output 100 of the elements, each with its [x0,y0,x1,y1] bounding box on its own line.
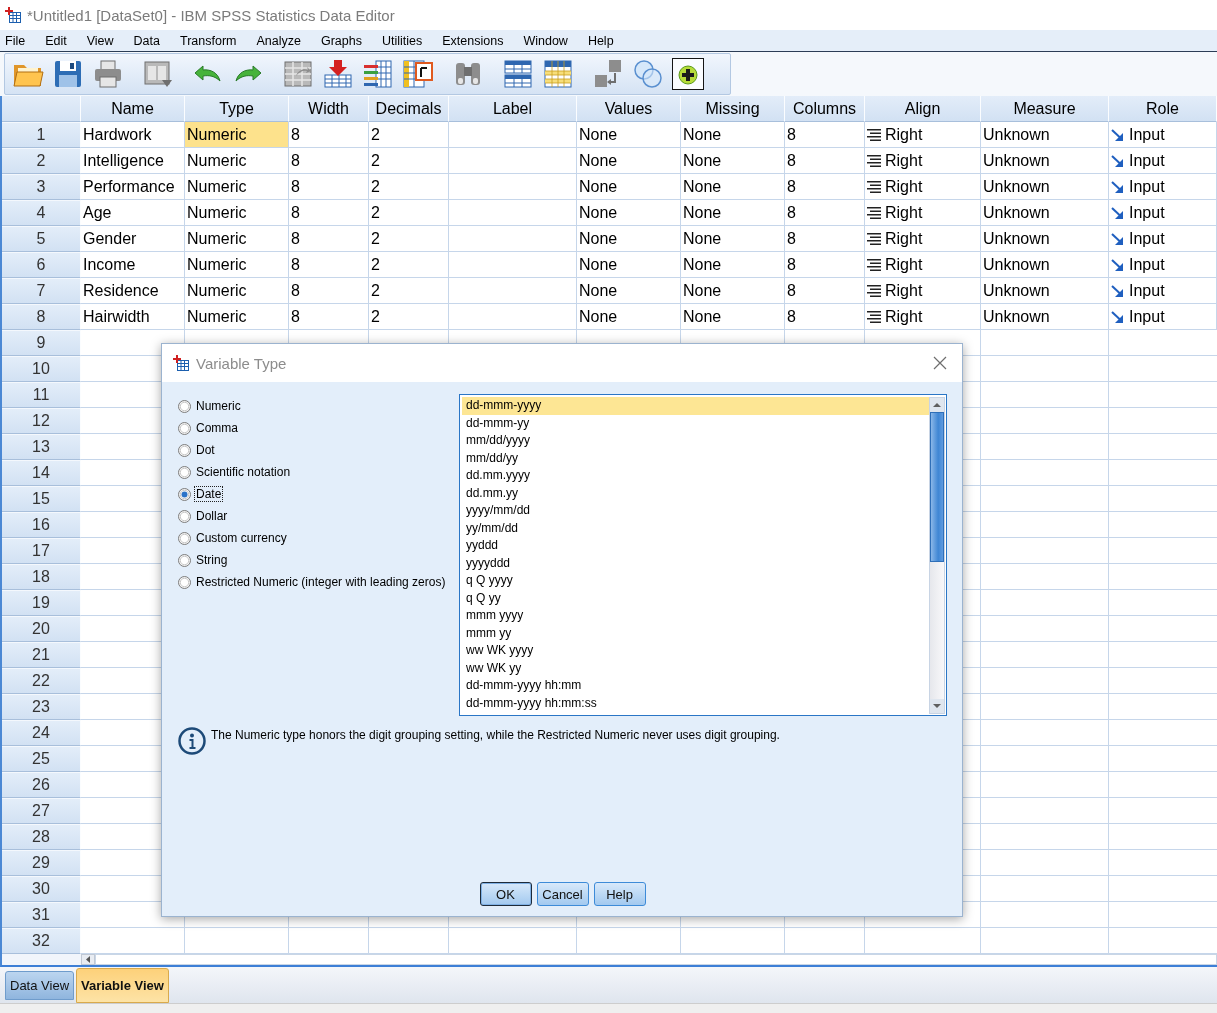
list-item[interactable]: yyyyddd [462,554,929,572]
list-item[interactable]: mmm yy [462,624,929,642]
table-cell[interactable]: Income [81,252,185,278]
row-number[interactable]: 16 [2,512,81,538]
column-header[interactable]: Width [289,96,369,122]
table-cell[interactable]: Input [1109,148,1217,174]
row-number[interactable]: 8 [2,304,81,330]
scrollbar[interactable] [929,397,945,714]
table-cell[interactable]: None [577,252,681,278]
table-cell[interactable]: 2 [369,226,449,252]
row-number[interactable]: 9 [2,330,81,356]
dialog-button[interactable]: Cancel [536,882,589,906]
table-cell[interactable]: None [577,200,681,226]
table-cell[interactable]: 8 [785,278,865,304]
format-list[interactable]: dd-mmm-yyyy dd-mmm-yy mm/dd/yyyy mm/dd/yy dd.mm.yyyy dd.mm.yy yyyy/mm/dd yy/mm/dd yyddd yyyyddd q Q yyyy q Q yy mmm yyyy mmm yy ww WK yyyy ww WK yy dd-mmm-yyyy hh:mm dd-mmm-yyyy hh:mm:ss [459,394,947,716]
table-cell[interactable]: 8 [289,122,369,148]
table-cell[interactable]: None [681,252,785,278]
table-cell[interactable]: Right [865,226,981,252]
table-cell[interactable]: Input [1109,174,1217,200]
list-item[interactable]: yyyy/mm/dd [462,502,929,520]
row-number[interactable]: 10 [2,356,81,382]
table-cell[interactable]: Right [865,278,981,304]
menu-item[interactable]: View [85,33,115,48]
list-item[interactable]: dd.mm.yy [462,484,929,502]
table-cell[interactable]: 8 [289,252,369,278]
radio-label[interactable]: Date [194,486,224,502]
table-cell[interactable]: None [681,200,785,226]
table-cell[interactable]: Right [865,174,981,200]
row-number[interactable]: 32 [2,928,81,954]
table-cell[interactable]: Numeric [185,278,289,304]
arrow-table-icon[interactable] [322,58,354,90]
table-cell[interactable]: Unknown [981,304,1109,330]
list-item[interactable]: yyddd [462,537,929,555]
table-cell[interactable]: Unknown [981,148,1109,174]
menu-item[interactable]: Transform [179,33,238,48]
column-header[interactable]: Type [185,96,289,122]
table-cell[interactable]: 2 [369,278,449,304]
table-cell[interactable]: Unknown [981,122,1109,148]
table-cell[interactable]: Performance [81,174,185,200]
menu-item[interactable]: Edit [44,33,68,48]
table-cell[interactable]: None [577,278,681,304]
table-cell[interactable]: 8 [785,200,865,226]
list-item[interactable]: mm/dd/yy [462,449,929,467]
row-number[interactable]: 15 [2,486,81,512]
row-number[interactable]: 25 [2,746,81,772]
table-cell[interactable]: Residence [81,278,185,304]
table-cell[interactable]: Unknown [981,252,1109,278]
row-number[interactable]: 23 [2,694,81,720]
list-item[interactable]: mmm yyyy [462,607,929,625]
table-cell[interactable]: None [577,174,681,200]
radio-label[interactable]: Custom currency [194,530,289,546]
dialog-button[interactable]: OK [479,882,532,906]
table-cell[interactable]: 8 [785,226,865,252]
table-cell[interactable]: Input [1109,122,1217,148]
view-tab[interactable]: Data View [5,971,74,1000]
menu-item[interactable]: Help [586,33,615,48]
table-cell[interactable]: 8 [289,278,369,304]
table-cell[interactable]: Numeric [185,148,289,174]
radio-button[interactable] [178,487,191,501]
row-number[interactable]: 4 [2,200,81,226]
table-cell[interactable]: 8 [289,226,369,252]
table-icon[interactable] [542,58,574,90]
table-cell[interactable]: Numeric [185,226,289,252]
table-cell[interactable]: 2 [369,174,449,200]
list-item[interactable]: dd.mm.yyyy [462,467,929,485]
table-cell[interactable]: Input [1109,200,1217,226]
table-cell[interactable]: 8 [785,252,865,278]
table-cell[interactable]: Unknown [981,200,1109,226]
column-header[interactable]: Align [865,96,981,122]
radio-label[interactable]: Scientific notation [194,464,293,480]
menu-item[interactable]: Data [132,33,161,48]
radio-button[interactable] [178,443,191,457]
close-icon[interactable] [933,356,947,370]
table-cell[interactable]: Right [865,200,981,226]
list-item[interactable]: q Q yyyy [462,572,929,590]
table-cell[interactable]: None [681,122,785,148]
circles-icon[interactable] [632,58,664,90]
table-box-icon[interactable] [402,58,434,90]
menu-item[interactable]: File [4,33,27,48]
radio-label[interactable]: Dollar [194,508,230,524]
radio-button[interactable] [178,509,191,523]
row-number[interactable]: 13 [2,434,81,460]
table-cell[interactable]: 8 [785,174,865,200]
table-cell[interactable]: Unknown [981,174,1109,200]
list-item[interactable]: q Q yy [462,589,929,607]
row-number[interactable]: 19 [2,590,81,616]
column-header[interactable]: Values [577,96,681,122]
table-cell[interactable]: Input [1109,252,1217,278]
table-cell[interactable]: Right [865,122,981,148]
row-number[interactable]: 24 [2,720,81,746]
table-cell[interactable]: 8 [785,304,865,330]
list-item[interactable]: dd-mmm-yyyy hh:mm [462,677,929,695]
table-cell[interactable]: Input [1109,226,1217,252]
row-number[interactable]: 22 [2,668,81,694]
table-cell[interactable]: None [681,304,785,330]
radio-button[interactable] [178,421,191,435]
menu-item[interactable]: Graphs [319,33,363,48]
radio-button[interactable] [178,575,191,589]
scrollbar-thumb[interactable] [930,412,944,562]
table-cell[interactable]: None [681,148,785,174]
